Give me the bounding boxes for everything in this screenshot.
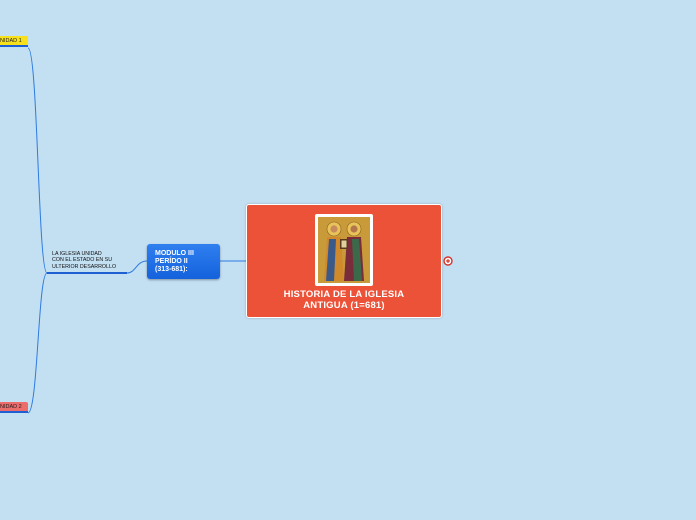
topic-to-unit2-line <box>27 272 48 414</box>
module-node[interactable]: MODULO III PERÍDO II (313-681): <box>147 244 220 279</box>
root-title: HISTORIA DE LA IGLESIA ANTIGUA (1=681) <box>247 289 441 311</box>
topic-line-3: ULTERIOR DESARROLLO <box>52 263 117 270</box>
unit-2-node[interactable]: NIDAD 2 <box>0 402 28 413</box>
module-line-2: PERÍDO II <box>155 258 188 265</box>
saints-icon-image <box>315 214 373 286</box>
topic-to-unit1-line <box>27 47 48 274</box>
link-icon[interactable] <box>443 256 453 266</box>
root-title-line-1: HISTORIA DE LA IGLESIA <box>283 289 405 300</box>
topic-node[interactable]: LA IGLESIA UNIDAD CON EL ESTADO EN SU UL… <box>52 251 130 270</box>
unit-2-label: NIDAD 2 <box>0 404 22 410</box>
unit-1-label: NIDAD 1 <box>0 38 22 44</box>
module-to-topic-line <box>126 260 148 274</box>
saints-figures-icon <box>318 217 370 283</box>
module-line-3: (313-681): <box>155 266 188 273</box>
unit-1-node[interactable]: NIDAD 1 <box>0 36 28 47</box>
root-title-line-2: ANTIGUA (1=681) <box>303 300 385 311</box>
root-node[interactable]: HISTORIA DE LA IGLESIA ANTIGUA (1=681) <box>246 204 442 318</box>
module-line-1: MODULO III <box>155 250 194 257</box>
